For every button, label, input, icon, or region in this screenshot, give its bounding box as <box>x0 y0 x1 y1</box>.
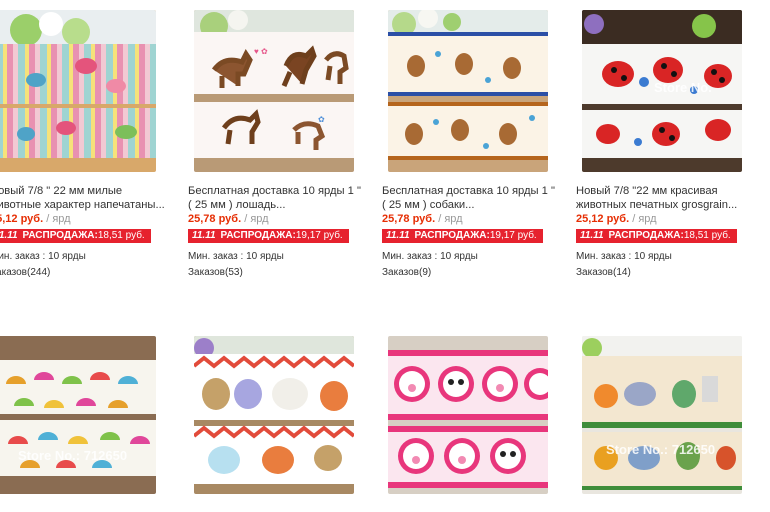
price-unit: / ярд <box>438 213 463 225</box>
product-image[interactable]: Store No.: 712650 <box>582 336 742 494</box>
sale-tag: 11.11 <box>580 230 604 241</box>
sale-price: 18,51 руб. <box>97 230 145 241</box>
sale-label: РАСПРОДАЖА: <box>22 230 98 241</box>
product-card[interactable]: ♥ ✿ ✿ Бесплатная доставка 10 ярды 1 " ( 2… <box>186 0 366 320</box>
sale-label: РАСПРОДАЖА: <box>220 230 296 241</box>
product-image[interactable]: Store No.: 712650 <box>0 336 156 494</box>
product-image[interactable] <box>388 10 548 172</box>
product-image[interactable] <box>194 336 354 494</box>
min-order: Мин. заказ : 10 ярды <box>382 251 478 262</box>
product-price: 25,12 руб. / ярд <box>576 213 657 225</box>
price-unit: / ярд <box>46 213 71 225</box>
orders-count[interactable]: Заказов(14) <box>576 267 631 278</box>
product-price: 25,78 руб. / ярд <box>382 213 463 225</box>
ribbon-image-mushrooms: Store No.: 712650 <box>0 336 156 494</box>
sale-label: РАСПРОДАЖА: <box>414 230 490 241</box>
min-order: Мин. заказ : 10 ярды <box>188 251 284 262</box>
product-card[interactable]: Бесплатная доставка 10 ярды 1 " ( 25 мм … <box>380 0 560 320</box>
product-image[interactable]: ♥ ✿ ✿ <box>194 10 354 172</box>
watermark-text: Store No.: 712650 <box>606 442 715 457</box>
price-unit: / ярд <box>632 213 657 225</box>
product-card[interactable] <box>380 328 560 512</box>
svg-text:✿: ✿ <box>318 115 325 124</box>
sale-label: РАСПРОДАЖА: <box>608 230 684 241</box>
watermark-text: Store No. <box>654 80 712 95</box>
product-title[interactable]: Бесплатная доставка 10 ярды 1 " ( 25 мм … <box>382 184 558 212</box>
sale-price: 19,17 руб. <box>295 230 343 241</box>
product-card[interactable] <box>186 328 366 512</box>
svg-text:♥ ✿: ♥ ✿ <box>254 47 268 56</box>
min-order: Мин. заказ : 10 ярды <box>0 251 86 262</box>
min-order: Мин. заказ : 10 ярды <box>576 251 672 262</box>
price-value: 25,12 руб. <box>0 213 44 225</box>
sale-price: 18,51 руб. <box>683 230 731 241</box>
ribbon-image-horses: ♥ ✿ ✿ <box>194 10 354 172</box>
product-image[interactable] <box>0 10 156 172</box>
product-title[interactable]: Бесплатная доставка 10 ярды 1 " ( 25 мм … <box>188 184 364 212</box>
product-image[interactable]: Store No. <box>582 10 742 172</box>
price-value: 25,78 руб. <box>382 213 436 225</box>
sale-tag: 11.11 <box>0 230 18 241</box>
ribbon-image-pandas <box>388 336 548 494</box>
watermark-text: Store No.: 712650 <box>18 448 127 463</box>
sale-price: 19,17 руб. <box>489 230 537 241</box>
price-value: 25,12 руб. <box>576 213 630 225</box>
product-card[interactable]: Новый 7/8 " 22 мм милые животные характе… <box>0 0 168 320</box>
orders-count[interactable]: Заказов(9) <box>382 267 431 278</box>
ribbon-image-pets <box>194 336 354 494</box>
sale-badge: 11.11 РАСПРОДАЖА:18,51 руб. <box>0 229 151 243</box>
product-price: 25,12 руб. / ярд <box>0 213 71 225</box>
sale-tag: 11.11 <box>192 230 216 241</box>
sale-tag: 11.11 <box>386 230 410 241</box>
product-title[interactable]: Новый 7/8 "22 мм красивая животных печат… <box>576 184 752 212</box>
orders-count[interactable]: Заказов(244) <box>0 267 50 278</box>
orders-count[interactable]: Заказов(53) <box>188 267 243 278</box>
product-image[interactable] <box>388 336 548 494</box>
price-unit: / ярд <box>244 213 269 225</box>
product-title[interactable]: Новый 7/8 " 22 мм милые животные характе… <box>0 184 166 212</box>
ribbon-image-dogs <box>388 10 548 172</box>
ribbon-image-zoo: Store No.: 712650 <box>582 336 742 494</box>
sale-badge: 11.11 РАСПРОДАЖА:19,17 руб. <box>382 229 543 243</box>
product-card[interactable]: Store No.: 712650 <box>574 328 754 512</box>
ribbon-image-birds <box>0 10 156 172</box>
product-card[interactable]: Store No.: 712650 <box>0 328 168 512</box>
sale-badge: 11.11 РАСПРОДАЖА:18,51 руб. <box>576 229 737 243</box>
product-card[interactable]: Store No. Новый 7/8 "22 мм красивая живо… <box>574 0 754 320</box>
price-value: 25,78 руб. <box>188 213 242 225</box>
ribbon-image-ladybugs: Store No. <box>582 10 742 172</box>
sale-badge: 11.11 РАСПРОДАЖА:19,17 руб. <box>188 229 349 243</box>
product-price: 25,78 руб. / ярд <box>188 213 269 225</box>
